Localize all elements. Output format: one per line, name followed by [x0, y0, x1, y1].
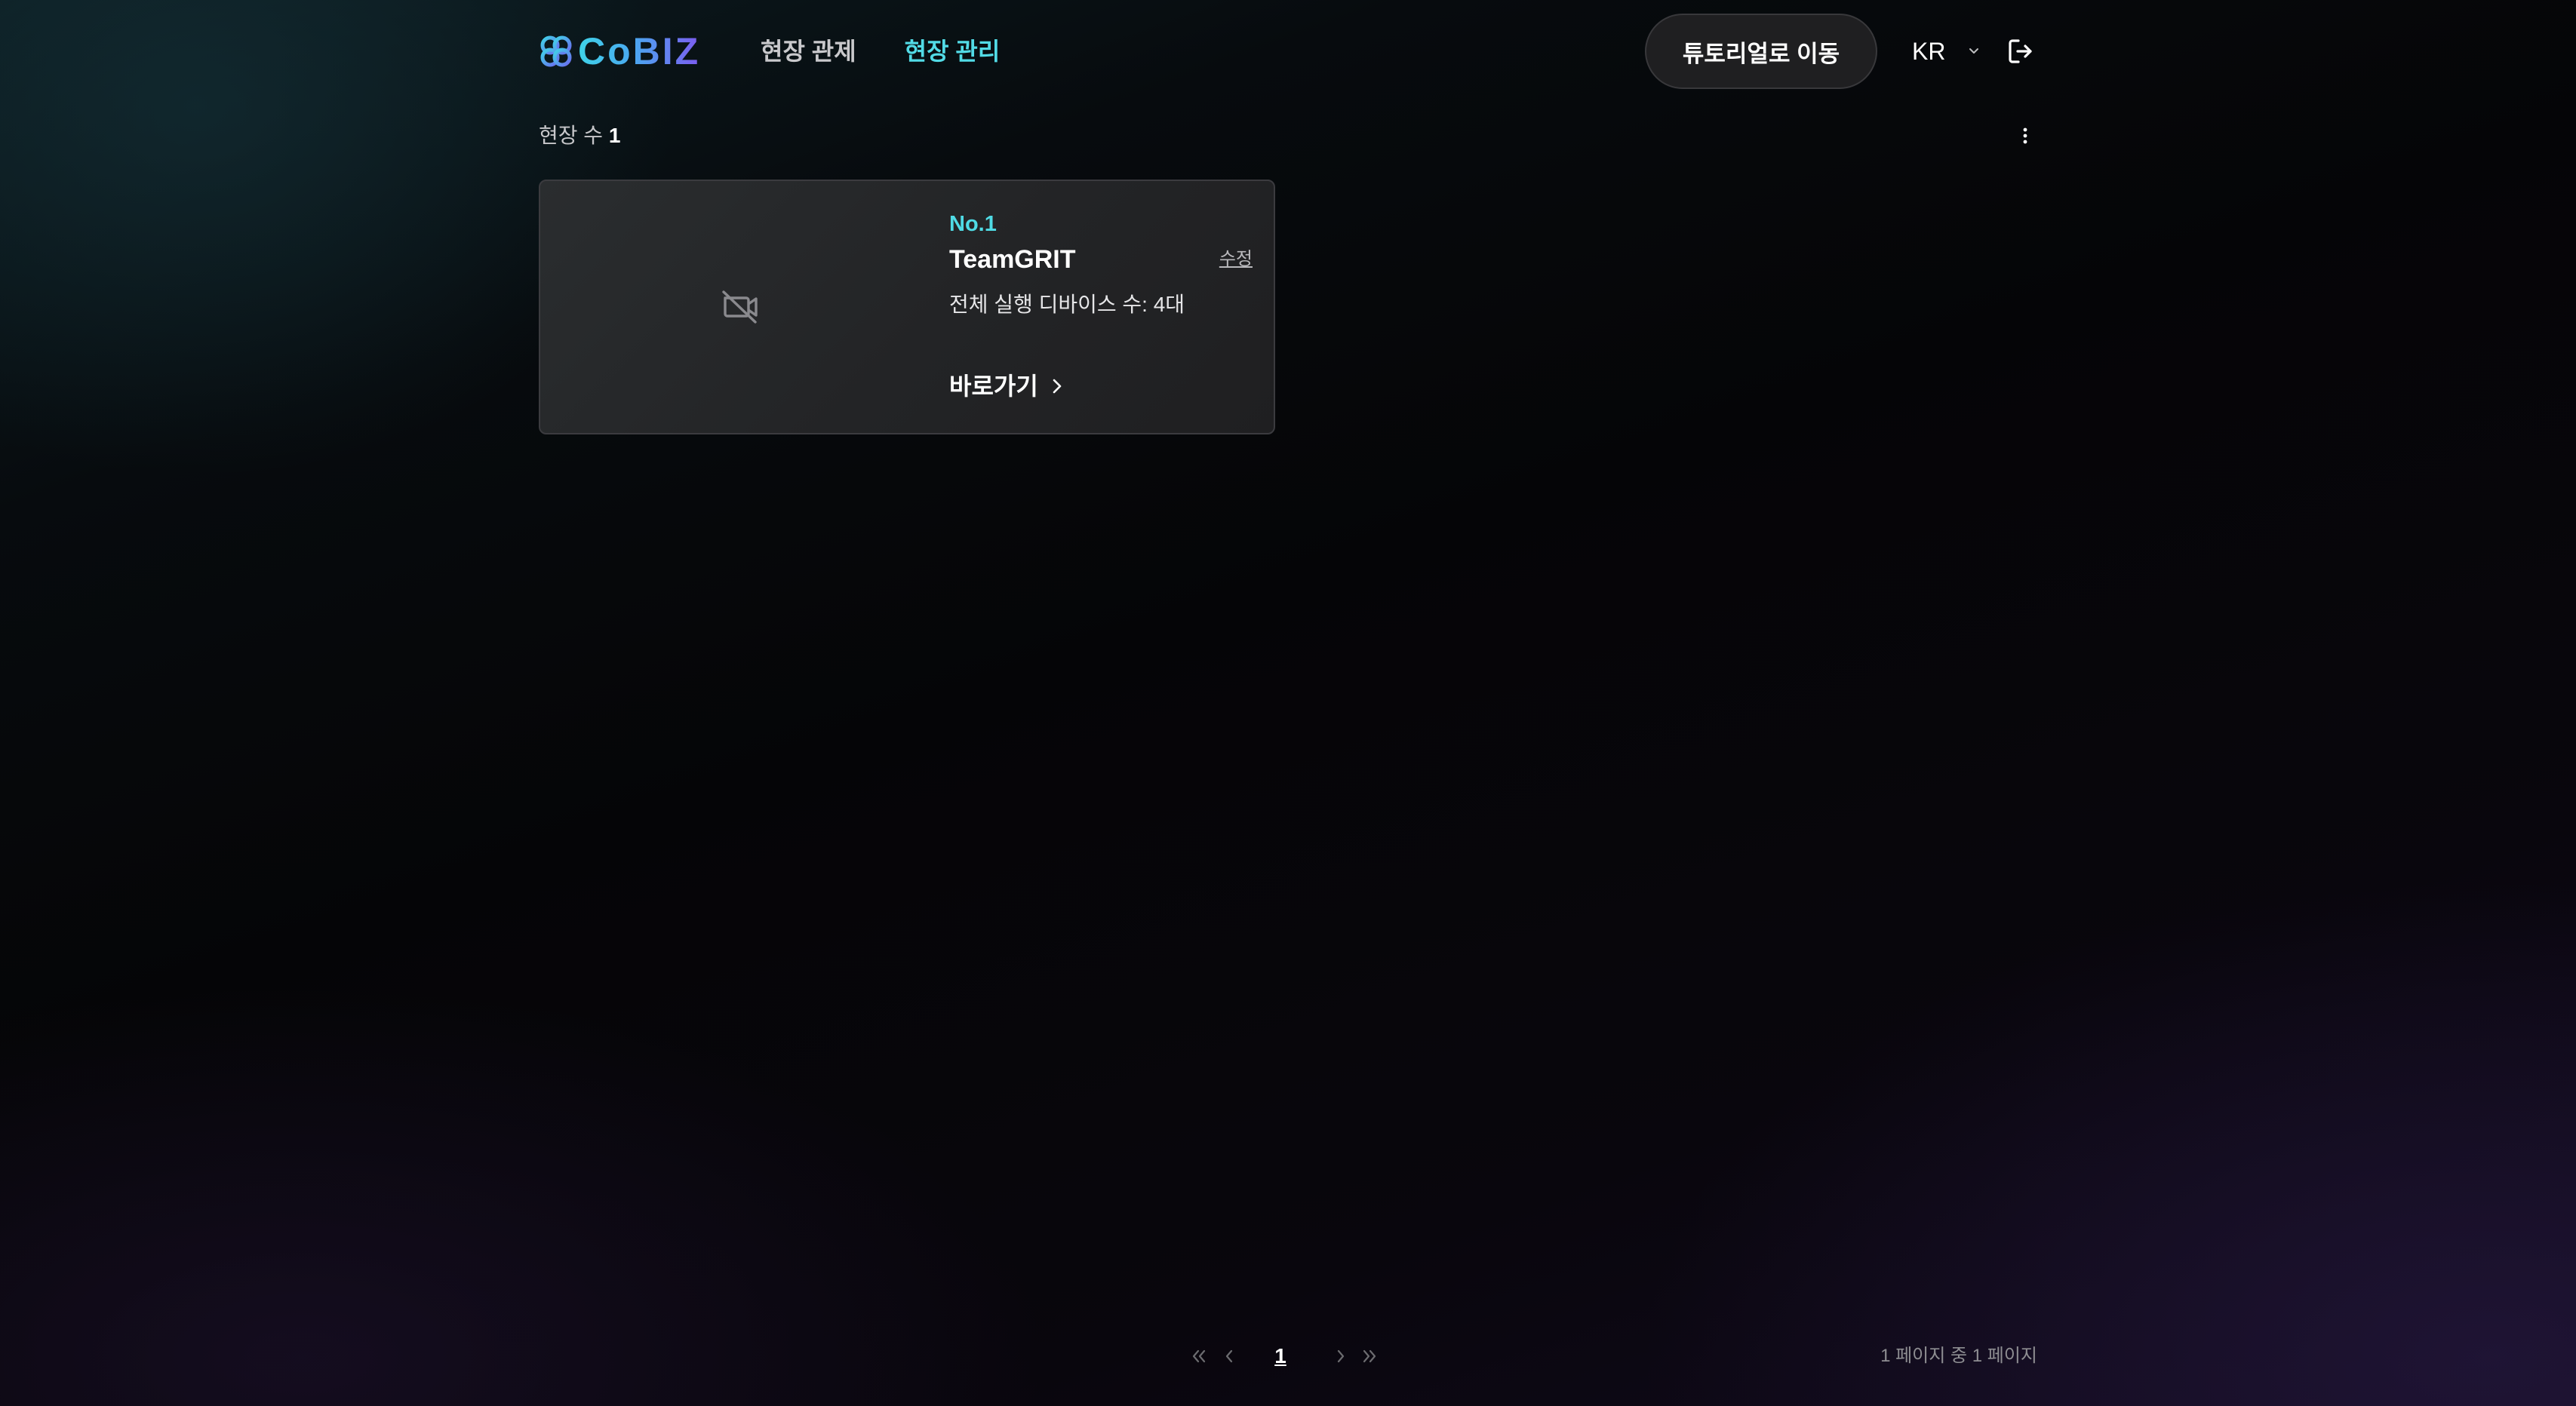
chevron-down-icon: [1969, 48, 1979, 54]
chevron-right-icon: [1053, 379, 1062, 394]
chevron-left-icon[interactable]: [1219, 1346, 1239, 1366]
logout-icon[interactable]: [2006, 36, 2036, 66]
site-name: TeamGRIT: [949, 245, 1076, 274]
page-number-current[interactable]: 1: [1269, 1341, 1292, 1371]
double-chevron-right-icon[interactable]: [1360, 1346, 1379, 1366]
page-info: 1 페이지 중 1 페이지: [1880, 1346, 2037, 1366]
site-device-count: 전체 실행 디바이스 수: 4대: [949, 293, 1185, 316]
site-count-row: 현장 수 1: [539, 119, 2037, 152]
go-to-site-link[interactable]: 바로가기: [949, 370, 1064, 403]
go-to-site-label: 바로가기: [949, 373, 1038, 400]
main-nav: 현장 관제 현장 관리: [761, 35, 1000, 68]
double-chevron-left-icon[interactable]: [1189, 1346, 1209, 1366]
site-count-value: 1: [608, 124, 621, 147]
nav-item-site-monitoring[interactable]: 현장 관제: [761, 35, 856, 68]
nav-item-site-management[interactable]: 현장 관리: [905, 35, 1001, 68]
video-off-icon: [722, 290, 758, 324]
language-label: KR: [1912, 38, 1946, 65]
logo-mark-icon: [540, 35, 572, 67]
top-header: CoBIZ 현장 관제 현장 관리 튜토리얼로 이동 KR: [539, 14, 2037, 89]
site-card: No.1 TeamGRIT 수정 전체 실행 디바이스 수: 4대 바로가기: [539, 180, 1275, 434]
site-count: 현장 수 1: [539, 124, 620, 147]
site-number: No.1: [949, 212, 997, 236]
more-vertical-icon[interactable]: [2021, 124, 2030, 148]
brand-logo[interactable]: CoBIZ: [539, 30, 700, 72]
site-count-label: 현장 수: [539, 124, 604, 147]
site-thumbnail: [540, 181, 940, 433]
edit-site-link[interactable]: 수정: [1219, 247, 1253, 272]
chevron-right-icon[interactable]: [1331, 1346, 1351, 1366]
brand-name: CoBIZ: [578, 30, 701, 72]
pagination: 1: [1189, 1341, 1379, 1371]
tutorial-button[interactable]: 튜토리얼로 이동: [1645, 14, 1877, 89]
language-selector[interactable]: KR: [1912, 35, 1981, 68]
